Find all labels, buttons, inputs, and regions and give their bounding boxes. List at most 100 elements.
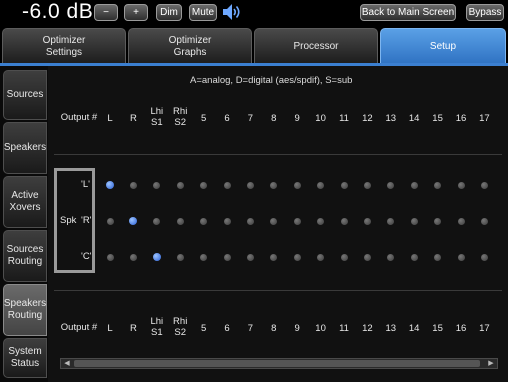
routing-dot[interactable] — [223, 217, 231, 225]
routing-dot[interactable] — [457, 253, 465, 261]
routing-dot[interactable] — [434, 181, 442, 189]
tab-optimizer-graphs[interactable]: Optimizer Graphs — [128, 28, 252, 64]
routing-dot[interactable] — [106, 253, 114, 261]
sidebar-item-sources-routing[interactable]: Sources Routing — [3, 230, 47, 282]
column-header-top: 15 — [432, 323, 443, 334]
column-header-top: R — [122, 113, 144, 124]
column-header-bottom: 13 — [380, 323, 402, 334]
scrollbar-thumb[interactable] — [74, 360, 480, 367]
routing-dot[interactable] — [176, 253, 184, 261]
routing-dot[interactable] — [129, 181, 137, 189]
routing-dot[interactable] — [223, 253, 231, 261]
routing-dot[interactable] — [270, 181, 278, 189]
routing-dot[interactable] — [457, 217, 465, 225]
column-header-top: Lhi — [150, 106, 164, 117]
column-header-bottom: 5 — [193, 323, 215, 334]
sidebar-item-system-status[interactable]: System Status — [3, 338, 47, 378]
routing-dot[interactable] — [434, 217, 442, 225]
output-row-label: 'R' — [81, 215, 92, 226]
routing-dot[interactable] — [480, 181, 488, 189]
routing-dot[interactable] — [106, 217, 114, 225]
volume-up-button[interactable]: + — [124, 4, 148, 21]
routing-dot[interactable] — [153, 217, 161, 225]
routing-dot[interactable] — [293, 253, 301, 261]
column-header-top: 9 — [294, 113, 300, 124]
sidebar-item-sources[interactable]: Sources — [3, 70, 47, 120]
routing-dot[interactable] — [410, 217, 418, 225]
sidebar-item-label-line2: Status — [10, 358, 40, 369]
routing-dot[interactable] — [317, 181, 325, 189]
column-header-top: 5 — [200, 113, 207, 124]
column-header-top: 7 — [247, 113, 254, 124]
routing-dot[interactable] — [363, 217, 371, 225]
output-row-label: 'L' — [81, 179, 90, 190]
routing-dot[interactable] — [363, 181, 371, 189]
routing-dot[interactable] — [246, 217, 254, 225]
routing-dot[interactable] — [480, 217, 488, 225]
column-header-top: 16 — [455, 113, 467, 124]
routing-dot[interactable] — [387, 181, 395, 189]
routing-dot[interactable] — [293, 217, 301, 225]
arrow-right-icon[interactable]: ▶ — [485, 359, 497, 368]
routing-dot[interactable] — [363, 253, 371, 261]
setup-sidebar: Sources Speakers Active Xovers Sources Rou… — [0, 66, 48, 382]
column-header-top: Rhi — [173, 106, 188, 117]
column-header-top: 6 — [216, 113, 238, 124]
dim-button[interactable]: Dim — [156, 4, 182, 21]
routing-dot[interactable] — [176, 181, 184, 189]
routing-dot[interactable] — [480, 253, 488, 261]
sidebar-item-label-line1: Sources — [6, 244, 44, 255]
routing-dot[interactable] — [223, 181, 231, 189]
routing-dot[interactable] — [387, 253, 395, 261]
routing-dot[interactable] — [340, 253, 348, 261]
routing-dot[interactable] — [317, 217, 325, 225]
column-header-top: Rhi S2 — [169, 106, 191, 128]
routing-dot[interactable] — [200, 217, 208, 225]
tab-optimizer-settings[interactable]: Optimizer Settings — [2, 28, 126, 64]
column-header-bottom: Rhi S2 — [169, 316, 191, 338]
routing-dot[interactable] — [340, 181, 348, 189]
routing-dot[interactable] — [457, 181, 465, 189]
back-to-main-screen-button[interactable]: Back to Main Screen — [360, 4, 456, 21]
routing-dot[interactable] — [410, 253, 418, 261]
column-header-top: 10 — [310, 113, 332, 124]
routing-dot[interactable] — [293, 181, 301, 189]
speaker-volume-icon[interactable] — [222, 3, 242, 21]
routing-dot[interactable] — [153, 181, 161, 189]
tab-setup[interactable]: Setup — [380, 28, 506, 64]
column-header-top: 9 — [286, 113, 308, 124]
routing-dot[interactable] — [434, 253, 442, 261]
routing-dot[interactable] — [129, 253, 137, 261]
horizontal-scrollbar[interactable]: ◀ ▶ — [60, 358, 498, 369]
routing-dot[interactable] — [317, 253, 325, 261]
column-header-top: 14 — [403, 113, 425, 124]
routing-dot[interactable] — [246, 253, 254, 261]
routing-dot[interactable] — [387, 217, 395, 225]
sidebar-item-speakers-routing[interactable]: Speakers Routing — [3, 284, 47, 336]
top-bar: -6.0 dB − + Dim Mute Back to Main Screen… — [0, 0, 508, 28]
tab-label-line2: Graphs — [173, 46, 207, 58]
routing-dot[interactable] — [246, 181, 254, 189]
arrow-left-icon[interactable]: ◀ — [61, 359, 73, 368]
routing-dot[interactable] — [270, 217, 278, 225]
column-header-top: R — [129, 113, 137, 124]
column-header-top: 6 — [224, 113, 230, 124]
routing-dot[interactable] — [200, 253, 208, 261]
tab-label: Processor — [293, 40, 339, 52]
routing-dot[interactable] — [410, 181, 418, 189]
routing-dot[interactable] — [340, 217, 348, 225]
mute-button[interactable]: Mute — [189, 4, 217, 21]
bypass-button[interactable]: Bypass — [466, 4, 504, 21]
routing-dot[interactable] — [270, 253, 278, 261]
tab-processor[interactable]: Processor — [254, 28, 378, 64]
routing-dot[interactable] — [176, 217, 184, 225]
sidebar-item-active-xovers[interactable]: Active Xovers — [3, 176, 47, 228]
output-header-label: Output # — [60, 112, 98, 123]
sidebar-item-speakers[interactable]: Speakers — [3, 122, 47, 174]
volume-down-button[interactable]: − — [94, 4, 118, 21]
routing-dot-active[interactable] — [106, 181, 114, 189]
routing-dot[interactable] — [200, 181, 208, 189]
routing-dot-active[interactable] — [152, 253, 161, 261]
volume-readout: -6.0 dB — [22, 0, 94, 23]
routing-dot-active[interactable] — [129, 217, 138, 225]
